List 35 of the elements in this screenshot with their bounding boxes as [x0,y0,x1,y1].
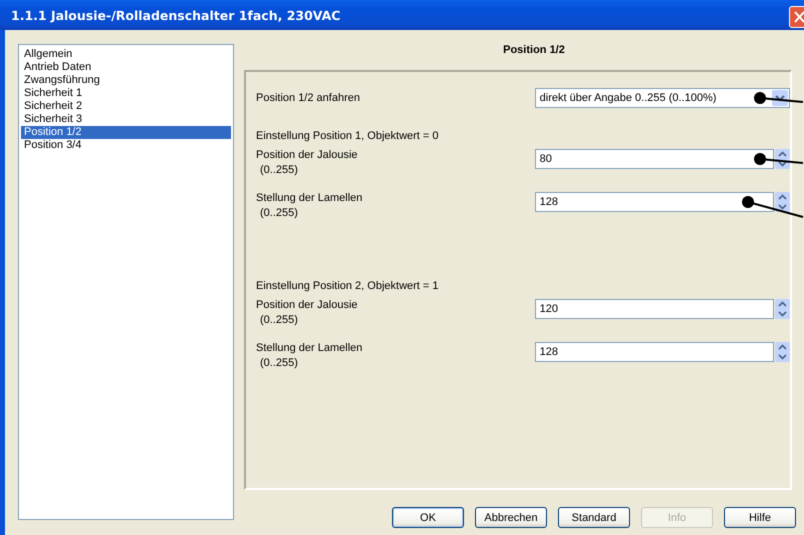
help-button[interactable]: Hilfe [724,507,796,528]
default-button[interactable]: Standard [558,507,630,528]
sidebar-item[interactable]: Position 3/4 [21,139,231,152]
cancel-button[interactable]: Abbrechen [475,507,547,528]
window-title: 1.1.1 Jalousie-/Rolladenschalter 1fach, 230VAC [10,8,340,22]
spin-up-icon[interactable] [775,192,790,202]
sidebar-item[interactable]: Antrieb Daten [21,61,231,74]
range-hint: (0..255) [259,206,299,221]
parameter-label: Position 1/2 anfahren [256,91,361,106]
sidebar-item[interactable]: Sicherheit 3 [21,113,231,126]
close-icon[interactable] [789,6,804,28]
spin-up-icon[interactable] [775,342,790,352]
panel-title: Position 1/2 [502,44,566,58]
range-hint: (0..255) [259,313,299,328]
sidebar-item[interactable]: Allgemein [21,48,231,61]
ok-button[interactable]: OK [392,507,464,528]
dropdown-field[interactable]: direkt über Angabe 0..255 (0..100%) [534,88,790,108]
parameter-label: Stellung der Lamellen [256,191,364,206]
sidebar-item[interactable]: Zwangsführung [21,74,231,87]
number-field[interactable]: 120 [534,299,774,319]
sidebar-item[interactable]: Sicherheit 2 [21,100,231,113]
sidebar-item[interactable]: Sicherheit 1 [21,87,231,100]
parameter-label: Stellung der Lamellen [256,341,364,356]
spin-up-icon[interactable] [775,299,790,309]
number-field[interactable]: 128 [534,192,774,212]
parameter-label: Position der Jalousie [256,148,359,163]
number-field[interactable]: 128 [534,342,774,362]
range-hint: (0..255) [259,163,299,178]
section-heading: Einstellung Position 1, Objektwert = 0 [256,129,439,144]
range-hint: (0..255) [259,356,299,371]
number-field[interactable]: 80 [534,149,774,169]
sidebar-item[interactable]: Position 1/2 [21,126,231,139]
spin-up-icon[interactable] [775,149,790,159]
parameter-label: Position der Jalousie [256,298,359,313]
section-heading: Einstellung Position 2, Objektwert = 1 [256,279,439,294]
